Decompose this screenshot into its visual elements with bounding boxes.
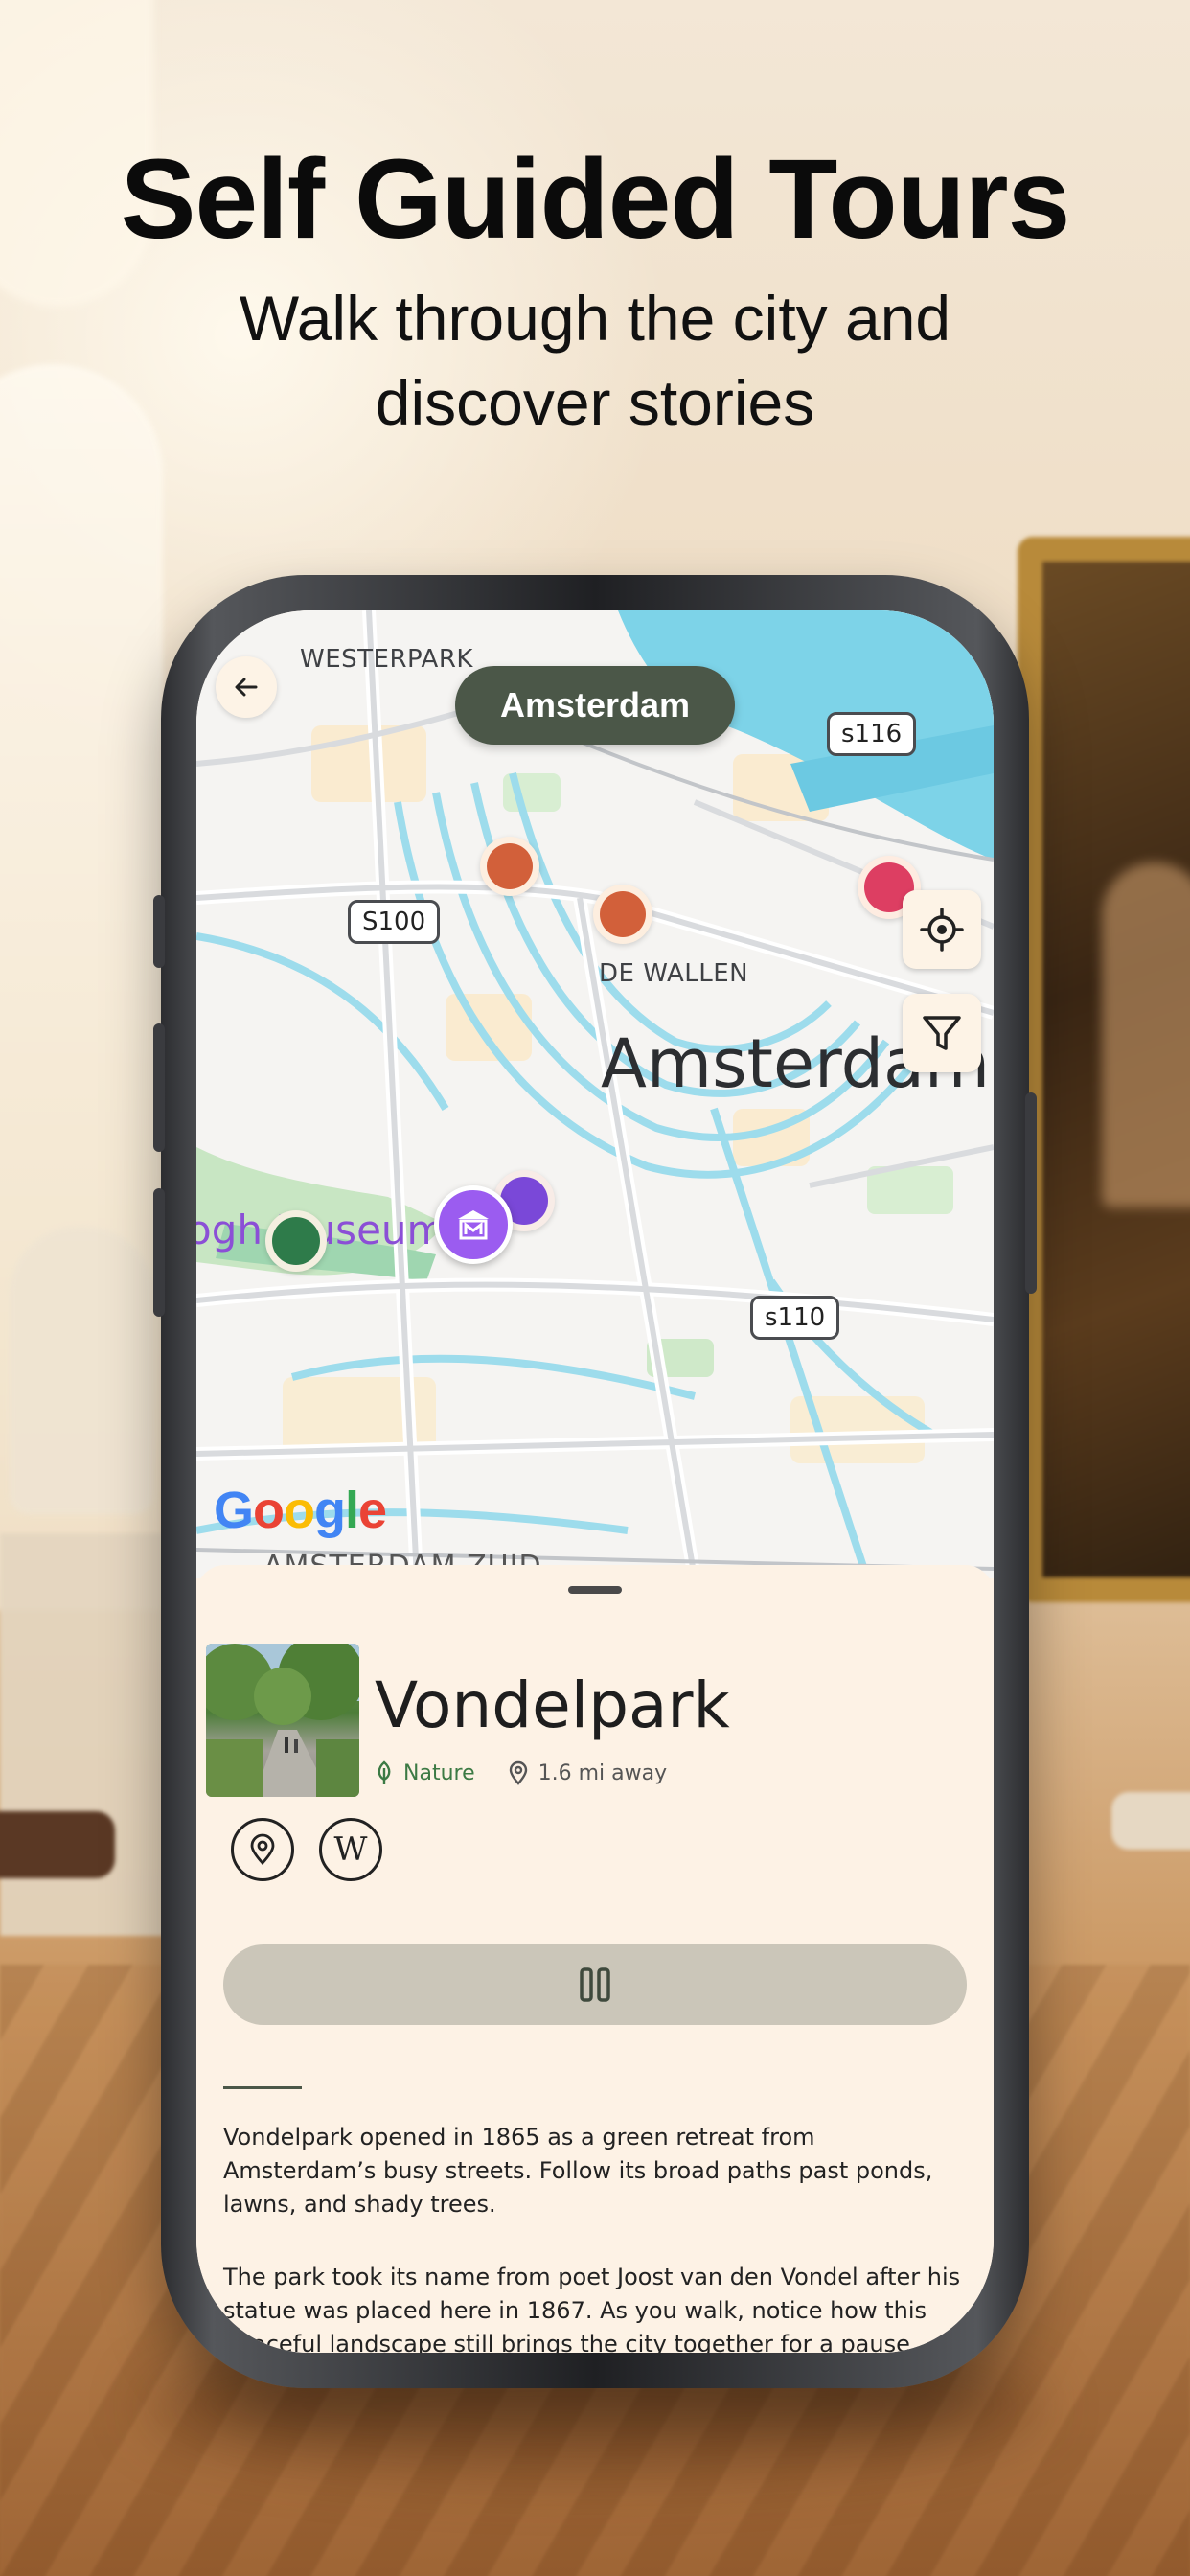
place-meta: Nature 1.6 mi away	[375, 1760, 667, 1785]
volume-up-button	[153, 1024, 165, 1152]
road-shield-s100: S100	[348, 900, 441, 944]
phone-frame: WESTERPARK DE WALLEN Amsterdam ogh Museu…	[153, 575, 1037, 2388]
subheadline: Walk through the city and discover stori…	[239, 283, 951, 438]
volume-down-button	[153, 1188, 165, 1317]
arrow-left-icon	[235, 678, 258, 697]
place-thumbnail	[206, 1644, 359, 1797]
action-button	[153, 895, 165, 968]
park-photo	[206, 1644, 359, 1797]
phone-screen: WESTERPARK DE WALLEN Amsterdam ogh Museu…	[196, 610, 994, 2353]
road-shield-s110: s110	[750, 1296, 840, 1340]
map-pin-1[interactable]	[480, 837, 539, 896]
background-bench-left	[0, 1811, 115, 1878]
google-logo: Google	[214, 1482, 387, 1539]
background-statue	[10, 1227, 153, 1514]
place-distance: 1.6 mi away	[538, 1760, 668, 1785]
city-selector[interactable]: Amsterdam	[455, 666, 735, 745]
leaf-icon	[378, 1760, 391, 1784]
place-category: Nature	[403, 1760, 475, 1785]
directions-button[interactable]	[231, 1818, 294, 1881]
place-description-2: The park took its name from poet Joost v…	[223, 2264, 961, 2353]
painting-figure	[1102, 862, 1190, 1208]
back-button[interactable]	[216, 656, 277, 718]
filter-icon	[923, 1016, 961, 1050]
road-shield-s116: s116	[827, 712, 917, 756]
map-label-de-wallen: DE WALLEN	[599, 959, 749, 988]
map-pin-2[interactable]	[593, 885, 652, 944]
wikipedia-icon: W	[333, 1830, 368, 1869]
power-button	[1025, 1092, 1037, 1294]
location-pin-icon	[509, 1760, 527, 1785]
map-pin-selected[interactable]	[265, 1210, 327, 1272]
museum-pin[interactable]	[434, 1185, 513, 1264]
background-bench-right	[1111, 1792, 1190, 1850]
headline: Self Guided Tours	[120, 136, 1070, 263]
place-detail-sheet[interactable]: Vondelpark Nature 1.6 mi away W Vondelpa…	[196, 1565, 994, 2353]
wikipedia-button[interactable]: W	[319, 1818, 382, 1881]
map-view[interactable]: WESTERPARK DE WALLEN Amsterdam ogh Museu…	[196, 610, 994, 1578]
place-title: Vondelpark	[375, 1668, 730, 1742]
map-label-westerpark: WESTERPARK	[300, 645, 473, 674]
filter-button[interactable]	[903, 994, 981, 1072]
crosshair-icon	[920, 908, 964, 952]
museum-icon	[458, 1210, 489, 1240]
sheet-drag-handle[interactable]	[568, 1586, 622, 1594]
pause-icon	[580, 1967, 610, 2002]
section-divider	[223, 2086, 302, 2089]
location-pin-icon	[250, 1833, 275, 1866]
audio-player-button[interactable]	[223, 1944, 967, 2025]
place-description-1: Vondelpark opened in 1865 as a green ret…	[223, 2124, 933, 2218]
locate-me-button[interactable]	[903, 890, 981, 969]
